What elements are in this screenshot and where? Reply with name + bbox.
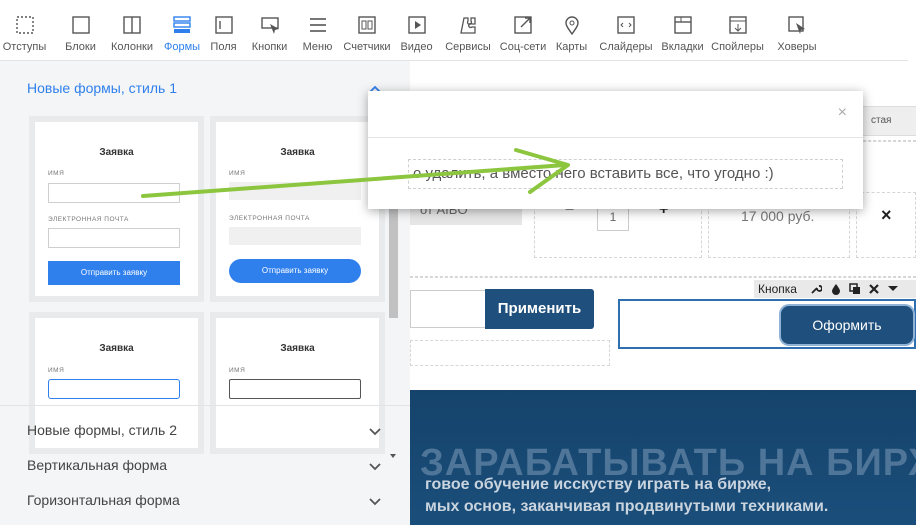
toolbar-item-social[interactable]: Соц-сети	[498, 0, 548, 60]
tabs-icon	[673, 16, 692, 34]
padding-icon	[15, 16, 34, 34]
close-icon[interactable]: ×	[838, 104, 847, 122]
toolbar-item-tabs[interactable]: Вкладки	[657, 0, 708, 60]
form-template-4[interactable]: Заявка ИМЯ	[210, 312, 385, 454]
toolbar-item-label: Сервисы	[445, 41, 491, 53]
duplicate-icon[interactable]	[849, 283, 861, 295]
map-icon	[564, 16, 579, 35]
wrench-icon[interactable]	[810, 283, 822, 295]
submit-button-preview: Отправить заявку	[229, 259, 361, 283]
hovers-icon	[788, 16, 805, 34]
counters-icon	[358, 16, 376, 34]
toolbar-item-hovers[interactable]: Ховеры	[767, 0, 827, 60]
toolbar-item-menu[interactable]: Меню	[296, 0, 339, 60]
modal-separator	[368, 137, 863, 138]
section-vertical-form[interactable]: Вертикальная форма	[27, 457, 167, 473]
forms-panel: Новые формы, стиль 1 Заявка ИМЯ ЭЛЕКТРОН…	[0, 60, 410, 525]
toolbar-item-label: Блоки	[65, 41, 96, 53]
toolbar-item-label: Отступы	[2, 41, 47, 53]
video-icon	[407, 16, 426, 34]
form-template-1[interactable]: Заявка ИМЯ ЭЛЕКТРОННАЯ ПОЧТА Отправить з…	[29, 116, 204, 302]
name-input-preview	[229, 182, 361, 200]
toolbar-item-label: Формы	[163, 41, 201, 53]
hero-subtitle-line2: мых основ, заканчивая продвинутыми техни…	[425, 498, 829, 515]
order-button[interactable]: Оформить	[781, 306, 913, 344]
button-element-toolbar: Кнопка	[754, 280, 916, 298]
name-input-preview	[229, 379, 361, 399]
fields-icon	[214, 16, 233, 34]
row-border	[410, 276, 916, 278]
name-input-preview	[48, 379, 180, 399]
toolbar-item-label: Ховеры	[777, 41, 817, 53]
chevron-down-icon[interactable]	[368, 494, 382, 508]
toolbar-item-label: Кнопки	[251, 41, 288, 53]
toolbar-item-map[interactable]: Карты	[548, 0, 595, 60]
forms-icon	[173, 16, 191, 33]
toolbar-item-label: Карты	[555, 41, 588, 53]
toolbar-item-sliders[interactable]: Слайдеры	[595, 0, 657, 60]
toolbar-item-label: Поля	[210, 41, 237, 53]
sliders-icon	[617, 16, 635, 34]
submit-button-preview: Отправить заявку	[48, 261, 180, 285]
services-icon	[460, 17, 476, 34]
chevron-down-icon[interactable]	[368, 424, 382, 438]
toolbar-item-buttons[interactable]: Кнопки	[243, 0, 296, 60]
toolbar-item-fields[interactable]: Поля	[204, 0, 243, 60]
toolbar-item-label: Вкладки	[661, 41, 704, 53]
menu-icon	[309, 18, 326, 32]
toolbar-item-counters[interactable]: Счетчики	[339, 0, 395, 60]
email-input-preview	[48, 228, 180, 248]
promo-code-input[interactable]	[410, 290, 485, 328]
modal-popup: × о удалить, а вместо него вставить все,…	[368, 91, 863, 209]
price-value: 17 000 руб.	[741, 208, 815, 224]
divider	[0, 405, 410, 406]
buttons-icon	[260, 17, 279, 34]
toolbar-item-label: Спойлеры	[711, 41, 764, 53]
apply-button[interactable]: Применить	[485, 289, 594, 329]
spoilers-icon	[728, 16, 747, 34]
section-horizontal-form[interactable]: Горизонтальная форма	[27, 492, 180, 508]
name-input-preview	[48, 183, 180, 203]
top-toolbar: Отступы Блоки Колонки Формы Поля Кнопки Меню Сч…	[0, 0, 908, 61]
toolbar-item-padding[interactable]: Отступы	[0, 0, 57, 60]
toolbar-item-blocks[interactable]: Блоки	[57, 0, 104, 60]
toolbar-item-label: Видео	[400, 41, 433, 53]
section-new-forms-style-2[interactable]: Новые формы, стиль 2	[27, 422, 177, 438]
email-input-preview	[229, 227, 361, 245]
remove-cell: ×	[856, 192, 916, 258]
chevron-down-icon[interactable]	[368, 459, 382, 473]
toolbar-item-spoilers[interactable]: Спойлеры	[708, 0, 767, 60]
promo-row-border	[410, 340, 610, 366]
toolbar-item-label: Соц-сети	[499, 41, 547, 53]
section-new-forms-style-1[interactable]: Новые формы, стиль 1	[27, 80, 177, 96]
templates-scrollbar[interactable]	[386, 165, 400, 463]
color-drop-icon[interactable]	[830, 283, 842, 295]
remove-item-icon[interactable]: ×	[881, 205, 892, 226]
delete-icon[interactable]	[868, 283, 880, 295]
toolbar-item-label: Колонки	[111, 41, 153, 53]
blocks-icon	[71, 16, 90, 34]
toolbar-item-services[interactable]: Сервисы	[438, 0, 498, 60]
toolbar-item-video[interactable]: Видео	[395, 0, 438, 60]
tab-fragment[interactable]: стая	[858, 106, 916, 136]
modal-content-placeholder[interactable]: о удалить, а вместо него вставить все, ч…	[408, 159, 843, 189]
social-icon	[514, 16, 532, 34]
toolbar-item-label: Слайдеры	[599, 41, 653, 53]
columns-icon	[123, 16, 141, 34]
caret-down-icon[interactable]	[887, 285, 899, 293]
toolbar-item-label: Счетчики	[343, 41, 391, 53]
hero-subtitle-line1: говое обучение исскуству играть на бирже…	[425, 476, 772, 493]
toolbar-item-forms[interactable]: Формы	[160, 0, 204, 60]
form-template-2[interactable]: Заявка ИМЯ ЭЛЕКТРОННАЯ ПОЧТА Отправить з…	[210, 116, 385, 302]
toolbar-item-label: Меню	[302, 41, 333, 53]
toolbar-item-columns[interactable]: Колонки	[104, 0, 160, 60]
